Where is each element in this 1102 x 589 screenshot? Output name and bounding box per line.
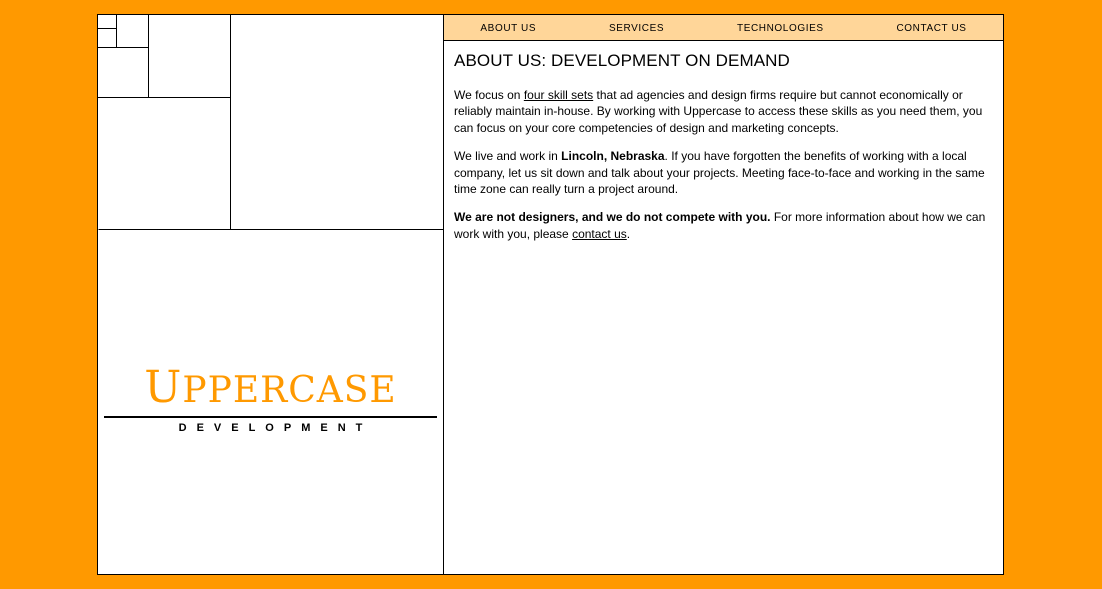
nav-about-us[interactable]: ABOUT US — [480, 23, 536, 34]
golden-rectangle-graphic — [98, 15, 443, 230]
contact-us-link[interactable]: contact us — [572, 227, 627, 241]
page-title: ABOUT US: DEVELOPMENT ON DEMAND — [454, 51, 790, 70]
logo-rule — [104, 416, 437, 418]
page-frame: UPPERCASE DEVELOPMENT ABOUT US SERVICES … — [97, 14, 1004, 575]
nav-services[interactable]: SERVICES — [609, 23, 664, 34]
logo-title-cap: U — [144, 362, 183, 413]
p2-text-before: We live and work in — [454, 149, 562, 164]
graphic-panel: UPPERCASE DEVELOPMENT — [98, 15, 444, 574]
nav-technologies[interactable]: TECHNOLOGIES — [737, 23, 824, 34]
contact-paragraph: We are not designers, and we do not comp… — [454, 209, 993, 242]
content-panel: ABOUT US SERVICES TECHNOLOGIES CONTACT U… — [444, 15, 1003, 574]
uppercase-logo: UPPERCASE DEVELOPMENT — [104, 365, 437, 434]
four-skill-sets-link[interactable]: four skill sets — [524, 88, 593, 102]
p1-text-before: We focus on — [454, 88, 524, 102]
logo-title: UPPERCASE — [104, 365, 437, 414]
location-paragraph: We live and work in Lincoln, Nebraska. I… — [454, 148, 993, 197]
p3-text-end: . — [626, 226, 631, 241]
location-name: Lincoln, Nebraska — [561, 149, 665, 164]
nav-contact-us[interactable]: CONTACT US — [896, 23, 966, 34]
logo-subtitle: DEVELOPMENT — [178, 422, 373, 434]
logo-title-rest: PPERCASE — [182, 370, 397, 411]
not-designers-statement: We are not designers, and we do not comp… — [454, 210, 771, 225]
main-content: ABOUT US: DEVELOPMENT ON DEMAND We focus… — [444, 41, 1003, 242]
intro-paragraph: We focus on four skill sets that ad agen… — [454, 87, 993, 136]
top-nav: ABOUT US SERVICES TECHNOLOGIES CONTACT U… — [444, 15, 1003, 41]
